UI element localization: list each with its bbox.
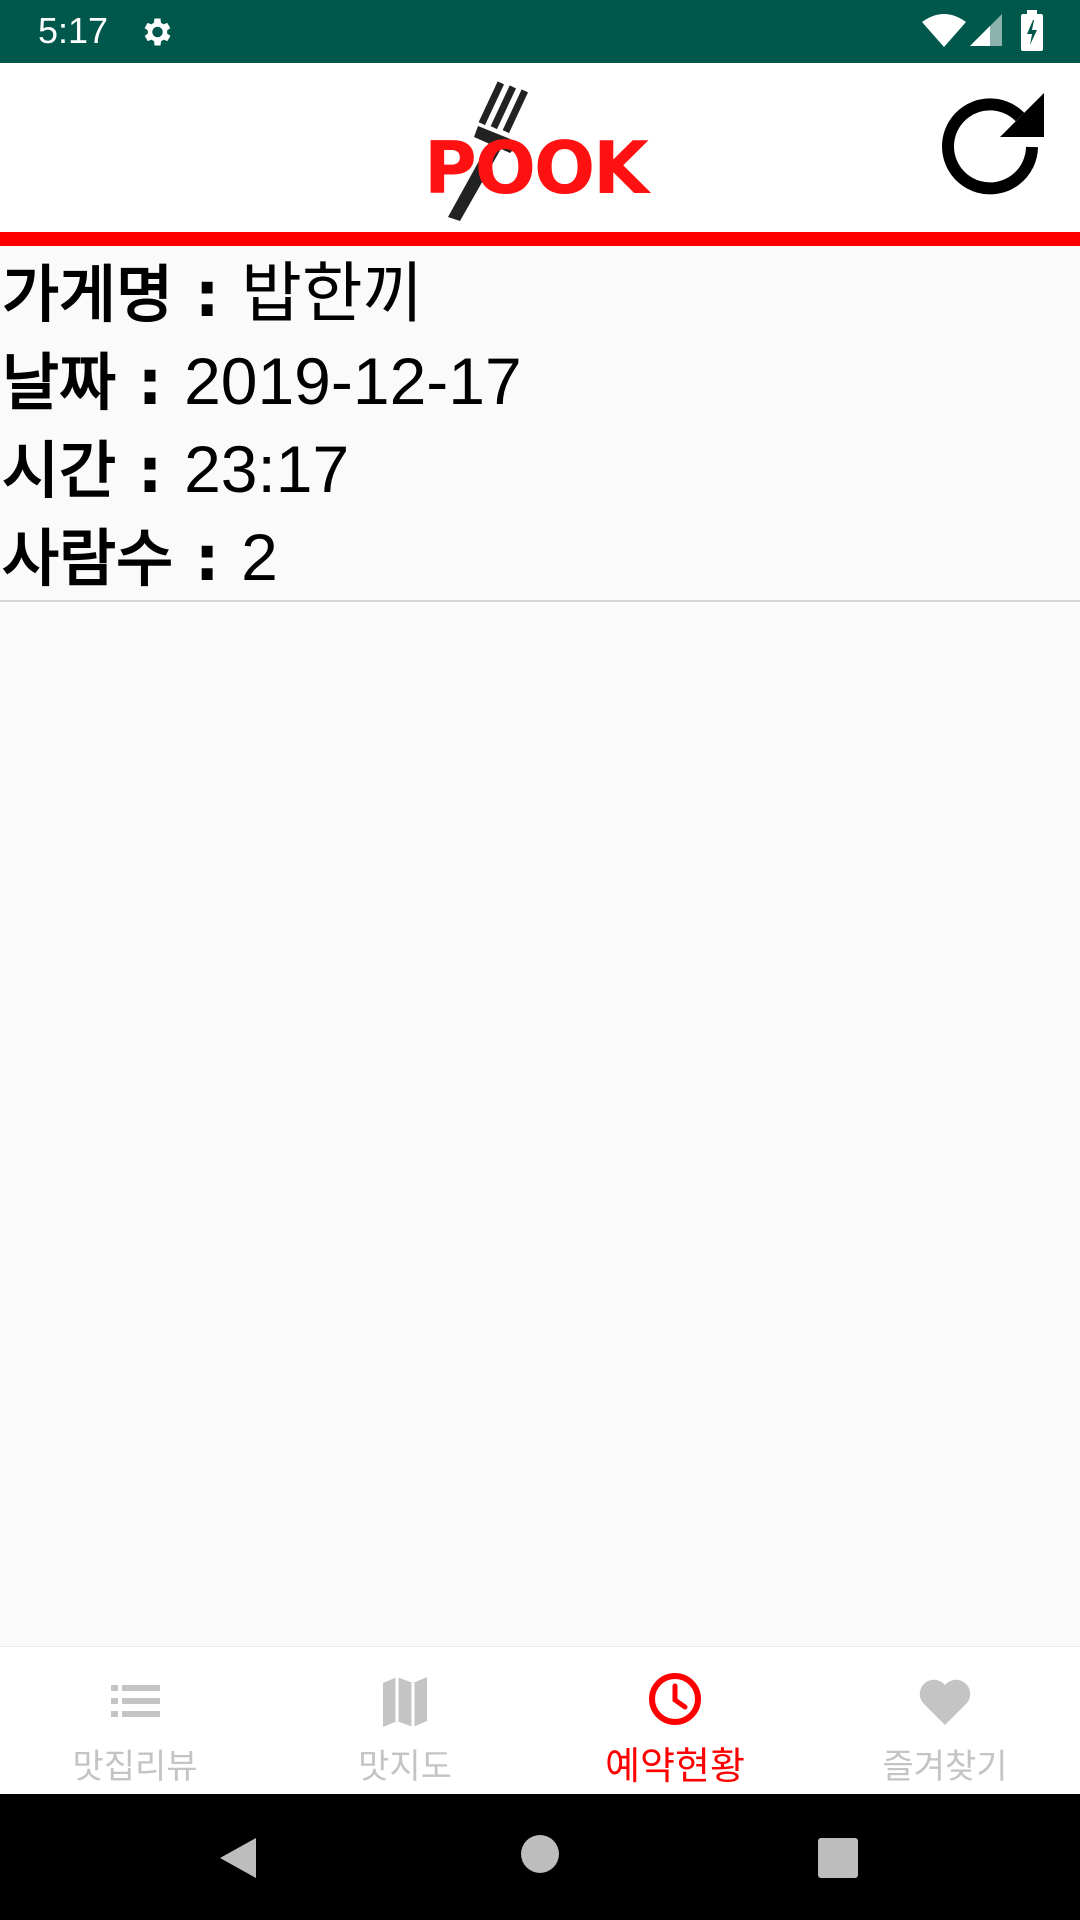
date-label: 날짜 (2, 346, 117, 419)
pook-logo: POOK (424, 81, 653, 221)
nav-label-map: 맛지도 (358, 1747, 452, 1787)
status-time: 5:17 (38, 10, 109, 51)
map-icon (383, 1677, 427, 1727)
recents-icon[interactable] (818, 1838, 858, 1878)
separator: : (173, 522, 242, 595)
date-value: 2019-12-17 (184, 344, 522, 418)
people-row: 사람수 : 2 (2, 524, 278, 590)
people-value: 2 (241, 520, 278, 594)
logo-text: POOK (424, 126, 651, 210)
signal-icon (970, 14, 1002, 46)
nav-label-reviews: 맛집리뷰 (72, 1747, 198, 1787)
reservation-card: 가게명 : 밥한끼 날짜 : 2019-12-17 시간 : 23:17 사람수… (0, 246, 1080, 600)
back-icon[interactable] (214, 1834, 262, 1882)
nav-item-map[interactable]: 맛지도 (270, 1647, 540, 1795)
clock-icon (649, 1673, 701, 1725)
home-icon[interactable] (520, 1834, 560, 1874)
time-value: 23:17 (184, 432, 350, 506)
separator: : (116, 434, 185, 507)
people-label: 사람수 (2, 522, 174, 595)
nav-item-reviews[interactable]: 맛집리뷰 (0, 1647, 270, 1795)
store-row: 가게명 : 밥한끼 (2, 260, 423, 326)
time-row: 시간 : 23:17 (2, 436, 349, 502)
time-label: 시간 (2, 434, 117, 507)
status-bar: 5:17 (0, 0, 1080, 63)
list-divider (0, 600, 1080, 602)
battery-icon (1021, 10, 1043, 51)
bottom-nav: 맛집리뷰 맛지도 예약현황 즐겨찾기 (0, 1646, 1080, 1795)
list-icon (111, 1685, 160, 1717)
nav-label-reservations: 예약현황 (605, 1744, 745, 1788)
nav-item-favorites[interactable]: 즐겨찾기 (810, 1647, 1080, 1795)
gear-icon (144, 18, 171, 46)
date-row: 날짜 : 2019-12-17 (2, 348, 522, 414)
heart-icon (919, 1679, 971, 1725)
separator: : (116, 346, 185, 419)
refresh-button[interactable] (932, 87, 1052, 207)
nav-item-reservations[interactable]: 예약현황 (540, 1647, 810, 1795)
separator: : (173, 258, 242, 331)
app-bar: POOK (0, 63, 1080, 232)
wifi-icon (922, 14, 966, 47)
store-label: 가게명 (2, 258, 174, 331)
accent-rule (0, 232, 1080, 246)
nav-label-favorites: 즐겨찾기 (882, 1747, 1008, 1787)
system-nav-bar (0, 1794, 1080, 1920)
store-value: 밥한끼 (241, 256, 424, 330)
